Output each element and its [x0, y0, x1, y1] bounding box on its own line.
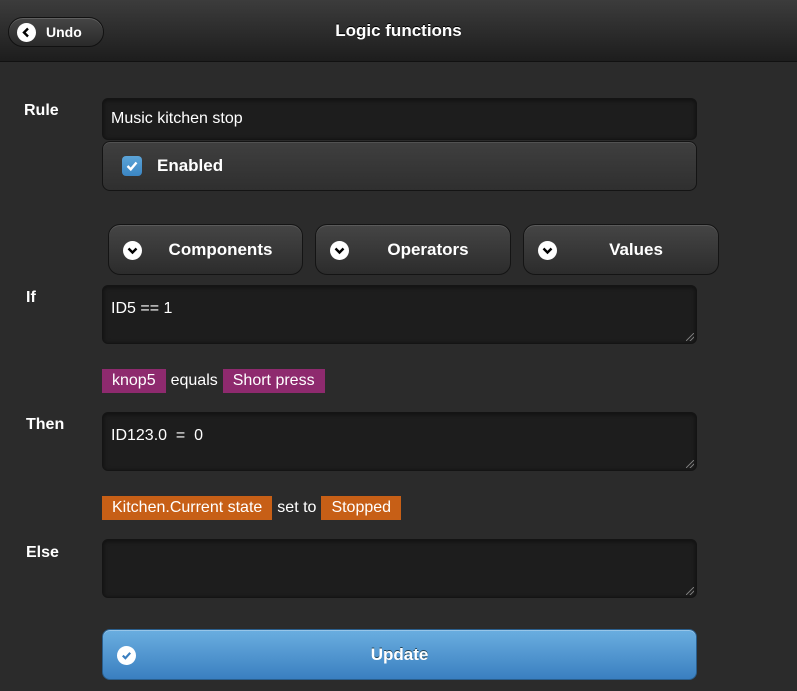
- if-value-chip: Short press: [222, 369, 325, 393]
- if-operator-text: equals: [170, 372, 218, 389]
- if-label: If: [26, 289, 36, 306]
- else-label: Else: [26, 544, 59, 561]
- components-dropdown-button[interactable]: Components: [108, 224, 303, 275]
- resize-grip-icon[interactable]: [686, 587, 694, 595]
- rule-name-value: Music kitchen stop: [111, 110, 243, 127]
- else-action-textarea[interactable]: [102, 539, 697, 598]
- if-summary: knop5 equals Short press: [102, 369, 325, 393]
- values-dropdown-button[interactable]: Values: [523, 224, 719, 275]
- chevron-down-icon: [330, 241, 349, 260]
- then-action-textarea[interactable]: ID123.0 = 0: [102, 412, 697, 471]
- update-label: Update: [370, 644, 429, 664]
- chevron-down-icon: [123, 241, 142, 260]
- then-summary: Kitchen.Current state set to Stopped: [102, 496, 402, 520]
- header-bar: Undo Logic functions: [0, 0, 797, 62]
- chevron-down-icon: [538, 241, 557, 260]
- enabled-label: Enabled: [157, 156, 224, 175]
- if-condition-value: ID5 == 1: [111, 300, 173, 317]
- page-title: Logic functions: [335, 21, 462, 40]
- update-button[interactable]: Update: [102, 629, 697, 680]
- rule-label: Rule: [24, 102, 59, 119]
- resize-grip-icon[interactable]: [686, 333, 694, 341]
- then-component-chip: Kitchen.Current state: [102, 496, 273, 520]
- then-action-value: ID123.0 = 0: [111, 427, 204, 444]
- then-value-chip: Stopped: [321, 496, 402, 520]
- enabled-checkbox[interactable]: Enabled: [102, 141, 697, 191]
- then-label: Then: [26, 416, 65, 433]
- resize-grip-icon[interactable]: [686, 460, 694, 468]
- operators-dropdown-button[interactable]: Operators: [315, 224, 511, 275]
- checkmark-icon: [122, 156, 142, 176]
- then-operator-text: set to: [277, 499, 317, 516]
- checkmark-icon: [117, 646, 136, 665]
- if-condition-textarea[interactable]: ID5 == 1: [102, 285, 697, 344]
- rule-name-input[interactable]: Music kitchen stop: [102, 98, 697, 140]
- if-component-chip: knop5: [102, 369, 166, 393]
